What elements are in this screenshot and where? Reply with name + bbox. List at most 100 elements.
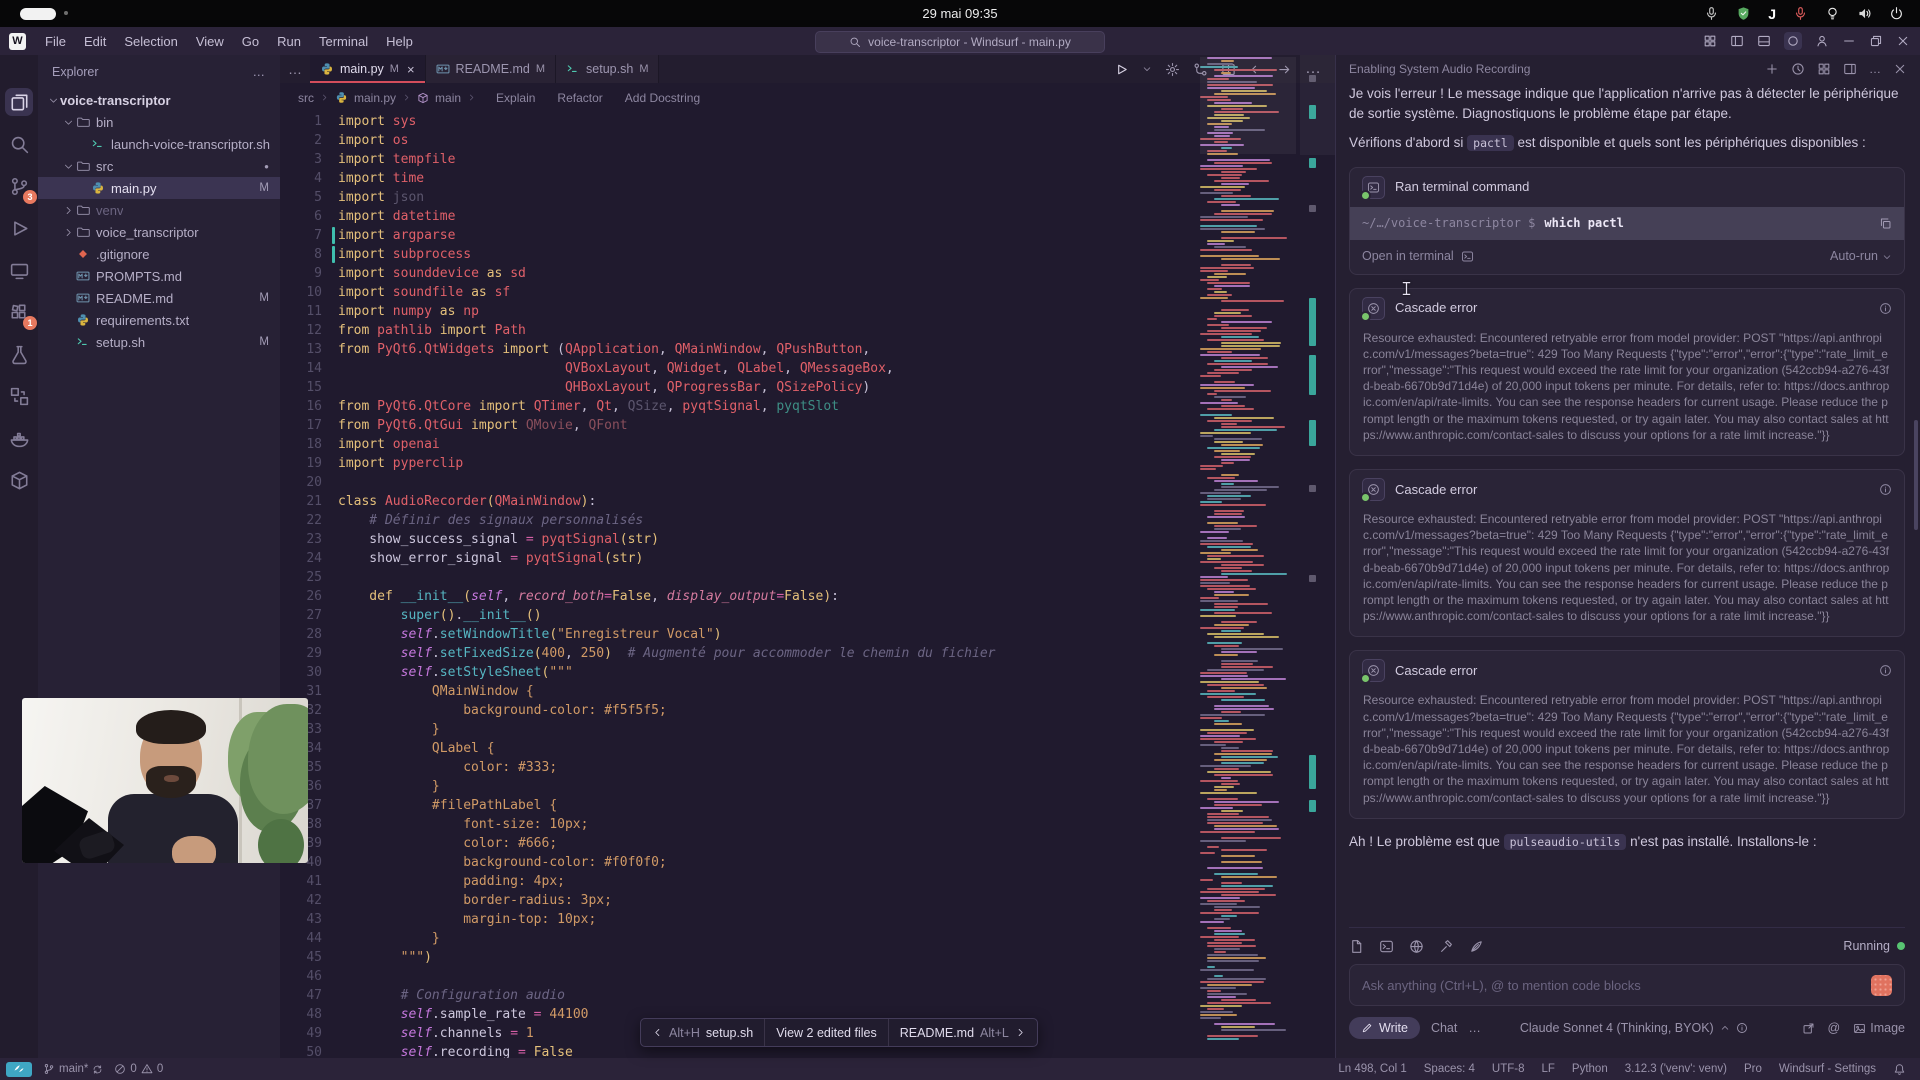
- open-terminal-icon[interactable]: [1461, 250, 1474, 263]
- code-line-16[interactable]: 16 from PyQt6.QtCore import QTimer, Qt, Q…: [280, 397, 1200, 416]
- code-line-5[interactable]: 5 import json: [280, 188, 1200, 207]
- tab-main.py[interactable]: main.py M ×: [310, 55, 426, 83]
- tab-overflow-icon[interactable]: …: [280, 55, 310, 83]
- explorer-more-icon[interactable]: …: [253, 65, 267, 79]
- copy-icon[interactable]: [1879, 217, 1892, 230]
- code-line-47[interactable]: 47 # Configuration audio: [280, 986, 1200, 1005]
- menu-view[interactable]: View: [187, 34, 233, 49]
- tree-item-bin[interactable]: bin: [38, 111, 280, 133]
- grid-button[interactable]: [1817, 62, 1831, 76]
- tray-mic[interactable]: [1704, 6, 1719, 21]
- problems-indicator[interactable]: 0 0: [114, 1063, 163, 1075]
- activity-devices[interactable]: [5, 256, 33, 284]
- breadcrumb[interactable]: src main.py main Explain Refactor Add Docstri…: [280, 83, 1335, 112]
- tab-readme.md[interactable]: README.md M: [425, 55, 557, 83]
- breadcrumb-item[interactable]: src: [298, 91, 314, 105]
- code-line-32[interactable]: 32 background-color: #f5f5f5;: [280, 701, 1200, 720]
- activity-search[interactable]: [5, 130, 33, 158]
- menu-help[interactable]: Help: [377, 34, 422, 49]
- code-line-42[interactable]: 42 border-radius: 3px;: [280, 891, 1200, 910]
- auto-run-dropdown[interactable]: Auto-run: [1830, 247, 1892, 267]
- code-line-11[interactable]: 11 import numpy as np: [280, 302, 1200, 321]
- command-line[interactable]: ~/…/voice-transcriptor $ which pactl: [1350, 206, 1904, 240]
- activity-flask[interactable]: [5, 340, 33, 368]
- code-line-41[interactable]: 41 padding: 4px;: [280, 872, 1200, 891]
- menu-selection[interactable]: Selection: [115, 34, 186, 49]
- codelens-refactor[interactable]: Refactor: [557, 91, 602, 105]
- code-line-10[interactable]: 10 import soundfile as sf: [280, 283, 1200, 302]
- code-line-27[interactable]: 27 super().__init__(): [280, 606, 1200, 625]
- codelens-add-docstring[interactable]: Add Docstring: [625, 91, 700, 105]
- run-button-button[interactable]: [1114, 62, 1129, 77]
- close-button[interactable]: [1893, 62, 1907, 76]
- new-file-button[interactable]: [1349, 939, 1364, 954]
- tree-item--gitignore[interactable]: .gitignore: [38, 243, 280, 265]
- menu-file[interactable]: File: [36, 34, 75, 49]
- status-utf-8[interactable]: UTF-8: [1492, 1063, 1525, 1075]
- code-line-18[interactable]: 18 import openai: [280, 435, 1200, 454]
- code-line-14[interactable]: 14 QVBoxLayout, QWidget, QLabel, QMessag…: [280, 359, 1200, 378]
- open-in-terminal-button[interactable]: Open in terminal: [1362, 247, 1454, 267]
- image-button[interactable]: Image: [1853, 1021, 1905, 1035]
- menu-go[interactable]: Go: [233, 34, 268, 49]
- tree-item-prompts-md[interactable]: PROMPTS.md: [38, 265, 280, 287]
- code-line-38[interactable]: 38 font-size: 10px;: [280, 815, 1200, 834]
- code-line-35[interactable]: 35 color: #333;: [280, 758, 1200, 777]
- chat-mode-button[interactable]: Chat: [1431, 1021, 1457, 1035]
- code-line-19[interactable]: 19 import pyperclip: [280, 454, 1200, 473]
- code-line-2[interactable]: 2 import os: [280, 131, 1200, 150]
- status-windsurf[interactable]: Windsurf - Settings: [1779, 1063, 1876, 1075]
- tree-item-main-py[interactable]: main.py M: [38, 177, 280, 199]
- more-button[interactable]: …: [1869, 62, 1881, 76]
- code-line-31[interactable]: 31 QMainWindow {: [280, 682, 1200, 701]
- code-line-23[interactable]: 23 show_success_signal = pyqtSignal(str): [280, 530, 1200, 549]
- tray-jetbrains[interactable]: J: [1768, 6, 1776, 22]
- code-line-20[interactable]: 20: [280, 473, 1200, 492]
- customize-button[interactable]: [1469, 939, 1484, 954]
- tree-item-readme-md[interactable]: README.md M: [38, 287, 280, 309]
- menu-edit[interactable]: Edit: [75, 34, 115, 49]
- settings-button[interactable]: [1165, 62, 1180, 77]
- panel-bottom-button[interactable]: [1757, 34, 1771, 48]
- activity-boxes[interactable]: [5, 382, 33, 410]
- codelens-explain[interactable]: Explain: [496, 91, 535, 105]
- status-ln[interactable]: Ln 498, Col 1: [1338, 1063, 1406, 1075]
- mode-more-button[interactable]: …: [1468, 1021, 1481, 1035]
- breadcrumb-item[interactable]: main: [435, 91, 461, 105]
- code-line-9[interactable]: 9 import sounddevice as sd: [280, 264, 1200, 283]
- write-mode-button[interactable]: Write: [1349, 1017, 1420, 1039]
- tab-setup.sh[interactable]: setup.sh M: [556, 55, 660, 83]
- activity-cube[interactable]: [5, 466, 33, 494]
- status-python[interactable]: Python: [1572, 1063, 1608, 1075]
- code-line-44[interactable]: 44 }: [280, 929, 1200, 948]
- status-lf[interactable]: LF: [1542, 1063, 1555, 1075]
- open-external-icon[interactable]: [1802, 1022, 1815, 1035]
- overview-ruler[interactable]: [1300, 55, 1335, 1058]
- code-line-33[interactable]: 33 }: [280, 720, 1200, 739]
- minimap[interactable]: [1200, 57, 1296, 1052]
- code-line-43[interactable]: 43 margin-top: 10px;: [280, 910, 1200, 929]
- run-dropdown-button[interactable]: [1142, 64, 1152, 74]
- history-button[interactable]: [1791, 62, 1805, 76]
- status-3.12.3[interactable]: 3.12.3 ('venv': venv): [1625, 1063, 1727, 1075]
- web-button[interactable]: [1409, 939, 1424, 954]
- git-branch-indicator[interactable]: main*: [43, 1063, 103, 1075]
- breadcrumb-item[interactable]: main.py: [354, 91, 396, 105]
- code-line-15[interactable]: 15 QHBoxLayout, QProgressBar, QSizePolic…: [280, 378, 1200, 397]
- code-area[interactable]: 1 import sys 2 import os 3 import tempfile 4 im…: [280, 112, 1200, 1058]
- info-icon[interactable]: [1879, 302, 1892, 315]
- code-line-29[interactable]: 29 self.setFixedSize(400, 250) # Augment…: [280, 644, 1200, 663]
- code-line-36[interactable]: 36 }: [280, 777, 1200, 796]
- code-line-8[interactable]: 8 import subprocess: [280, 245, 1200, 264]
- code-line-3[interactable]: 3 import tempfile: [280, 150, 1200, 169]
- tray-mic-recording[interactable]: [1793, 6, 1808, 21]
- grid-button[interactable]: [1703, 34, 1717, 48]
- activity-scm[interactable]: 3: [5, 172, 37, 204]
- code-line-7[interactable]: 7 import argparse: [280, 226, 1200, 245]
- command-center-search[interactable]: voice-transcriptor - Windsurf - main.py: [815, 31, 1105, 53]
- code-line-37[interactable]: 37 #filePathLabel {: [280, 796, 1200, 815]
- account-button[interactable]: [1815, 34, 1829, 48]
- code-line-26[interactable]: 26 def __init__(self, record_both=False,…: [280, 587, 1200, 606]
- tools-button[interactable]: [1439, 939, 1454, 954]
- code-line-24[interactable]: 24 show_error_signal = pyqtSignal(str): [280, 549, 1200, 568]
